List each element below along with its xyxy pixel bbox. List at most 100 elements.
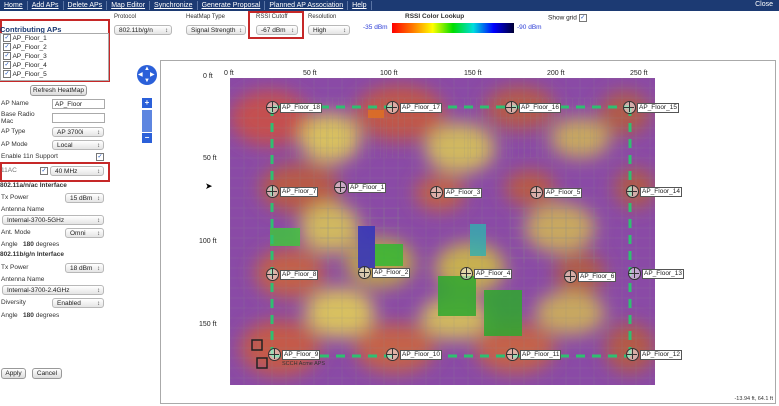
list-item[interactable]: ✓ AP_Floor_3 [1, 52, 108, 61]
ap-checkbox[interactable]: ✓ [3, 43, 11, 52]
ac-bandwidth-select[interactable]: 40 MHz [50, 166, 104, 177]
menu-delete-aps[interactable]: Delete APs [64, 1, 108, 10]
ap-label[interactable]: AP_Floor_13 [642, 269, 684, 279]
list-item[interactable]: ✓ AP_Floor_4 [1, 61, 108, 70]
menu-generate-proposal[interactable]: Generate Proposal [198, 1, 266, 10]
access-point-icon[interactable] [386, 101, 399, 114]
ap-name-input[interactable]: AP_Floor [52, 99, 105, 109]
ap-label[interactable]: AP_Floor_11 [520, 350, 562, 360]
zoom-out-icon[interactable]: − [142, 133, 152, 143]
protocol-label: Protocol [114, 14, 137, 20]
ap-label[interactable]: AP_Floor_5 [544, 188, 583, 198]
ap-checkbox[interactable]: ✓ [3, 34, 11, 43]
ap-label[interactable]: AP_Floor_15 [637, 103, 679, 113]
close-link[interactable]: Close [755, 1, 773, 8]
tx-power-5ghz-select[interactable]: 15 dBm [65, 193, 104, 204]
rssi-lookup-title: RSSI Color Lookup [405, 13, 465, 20]
access-point-icon[interactable] [334, 181, 347, 194]
ap-label[interactable]: AP_Floor_2 [372, 268, 411, 278]
access-point-icon[interactable] [623, 101, 636, 114]
zoom-in-icon[interactable]: + [142, 98, 152, 108]
access-point-icon[interactable] [358, 266, 371, 279]
access-point-icon[interactable] [266, 268, 279, 281]
show-grid-label: Show grid [548, 14, 577, 22]
protocol-select[interactable]: 802.11b/g/n [114, 25, 172, 36]
ap-label[interactable]: AP_Floor_4 [474, 269, 513, 279]
base-radio-mac-input[interactable] [52, 113, 105, 123]
ap-label[interactable]: AP_Floor_16 [519, 103, 561, 113]
list-item[interactable]: ✓ AP_Floor_1 [1, 34, 108, 43]
menu-help[interactable]: Help [348, 1, 372, 10]
access-point-icon[interactable] [564, 270, 577, 283]
tx-power-24ghz-select[interactable]: 18 dBm [65, 263, 104, 274]
list-item[interactable]: ✓ AP_Floor_5 [1, 70, 108, 79]
antenna-5ghz-select[interactable]: Internal-3700-5GHz [2, 215, 104, 226]
ap-checkbox[interactable]: ✓ [3, 70, 11, 79]
list-item[interactable]: ✓ AP_Floor_2 [1, 43, 108, 52]
access-point-icon[interactable] [460, 267, 473, 280]
ap-label[interactable]: AP_Floor_6 [578, 272, 617, 282]
enable-11n-checkbox[interactable]: ✓ [96, 153, 104, 161]
ap-label[interactable]: AP_Floor_12 [640, 350, 682, 360]
access-point-icon[interactable] [506, 348, 519, 361]
pan-down-icon[interactable]: ▼ [144, 78, 150, 84]
access-point-icon[interactable] [628, 267, 641, 280]
ap-mode-select[interactable]: Local [52, 140, 104, 151]
resolution-select[interactable]: High [308, 25, 350, 36]
access-point-icon[interactable] [266, 101, 279, 114]
ap-checkbox[interactable]: ✓ [3, 52, 11, 61]
x-axis-tick: 50 ft [303, 70, 317, 77]
menu-planned-ap-association[interactable]: Planned AP Association [265, 1, 349, 10]
ap-checkbox[interactable]: ✓ [3, 61, 11, 70]
apply-button[interactable]: Apply [1, 368, 26, 379]
menu-map-editor[interactable]: Map Editor [107, 1, 151, 10]
menu-home[interactable]: Home [0, 1, 28, 10]
rssi-lookup-max: -90 dBm [517, 24, 542, 31]
ap-label[interactable]: AP_Floor_10 [400, 350, 442, 360]
ap-label[interactable]: AP_Floor_8 [280, 270, 319, 280]
ap-label[interactable]: AP_Floor_14 [640, 187, 682, 197]
y-axis-tick: 150 ft [199, 321, 217, 328]
ap-label[interactable]: AP_Floor_18 [280, 103, 322, 113]
access-point-icon[interactable] [268, 348, 281, 361]
menu-synchronize[interactable]: Synchronize [150, 1, 198, 10]
access-point-icon[interactable] [626, 185, 639, 198]
ap-label[interactable]: AP_Floor_9 [282, 350, 321, 360]
antenna-5ghz-label: Antenna Name [1, 206, 45, 213]
pan-right-icon[interactable]: ▶ [150, 72, 155, 78]
pan-left-icon[interactable]: ◀ [138, 72, 143, 78]
antenna-24ghz-select[interactable]: Internal-3700-2.4GHz [2, 285, 104, 296]
rssi-cutoff-select[interactable]: -67 dBm [256, 25, 298, 36]
ap-label[interactable]: AP_Floor_1 [348, 183, 387, 193]
access-point-icon[interactable] [430, 186, 443, 199]
cancel-button[interactable]: Cancel [32, 368, 62, 379]
ap-label[interactable]: AP_Floor_7 [280, 187, 319, 197]
ac-checkbox[interactable]: ✓ [40, 167, 48, 175]
floor-plan-heatmap[interactable] [230, 78, 655, 385]
heatmap-type-select[interactable]: Signal Strength [186, 25, 246, 36]
ap-type-select[interactable]: AP 3700i [52, 127, 104, 138]
y-axis-tick: 50 ft [203, 155, 217, 162]
rssi-cutoff-label: RSSI Cutoff [256, 14, 288, 20]
zoom-slider[interactable] [142, 110, 152, 132]
access-point-icon[interactable] [505, 101, 518, 114]
contributing-aps-list[interactable]: ✓ AP_Floor_1 ✓ AP_Floor_2 ✓ AP_Floor_3 ✓… [0, 33, 109, 81]
access-point-icon[interactable] [530, 186, 543, 199]
ap-label[interactable]: AP_Floor_3 [444, 188, 483, 198]
antenna-24ghz-label: Antenna Name [1, 276, 45, 283]
x-axis-tick: 250 ft [630, 70, 648, 77]
menu-add-aps[interactable]: Add APs [28, 1, 64, 10]
access-point-icon[interactable] [266, 185, 279, 198]
diversity-select[interactable]: Enabled [52, 298, 104, 309]
access-point-icon[interactable] [386, 348, 399, 361]
ant-mode-select[interactable]: Omni [65, 228, 104, 239]
cursor-coordinates: -13.94 ft, 64.1 ft [734, 396, 773, 402]
show-grid-option: Show grid ✓ [548, 14, 587, 22]
show-grid-checkbox[interactable]: ✓ [578, 14, 587, 22]
pan-control[interactable]: ▲ ▼ ◀ ▶ [137, 65, 157, 85]
ap-label[interactable]: AP_Floor_17 [400, 103, 442, 113]
angle-5ghz-row: Angle 180 degrees [1, 241, 60, 248]
access-point-icon[interactable] [626, 348, 639, 361]
refresh-heatmap-button[interactable]: Refresh HeatMap [30, 85, 87, 96]
plan-caption: SCCH Acme APS [282, 361, 326, 367]
